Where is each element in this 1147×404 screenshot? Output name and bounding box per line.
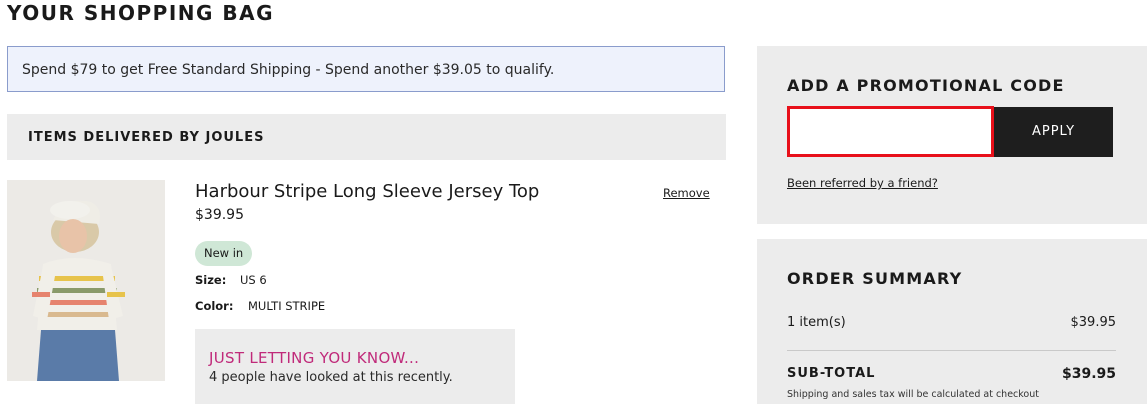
summary-heading: ORDER SUMMARY	[787, 269, 963, 288]
summary-divider	[787, 350, 1116, 351]
promo-code-input[interactable]	[787, 106, 994, 157]
subtotal-value: $39.95	[1061, 366, 1116, 382]
notice-text: 4 people have looked at this recently.	[209, 370, 453, 385]
promo-heading: ADD A PROMOTIONAL CODE	[787, 76, 1065, 95]
product-image[interactable]	[7, 180, 165, 381]
size-label: Size:	[195, 273, 227, 287]
notice-title: JUST LETTING YOU KNOW...	[209, 349, 420, 367]
size-value: US 6	[240, 273, 267, 287]
new-in-badge: New in	[195, 241, 253, 266]
popularity-notice: JUST LETTING YOU KNOW... 4 people have l…	[195, 329, 515, 404]
size-row: Size: US 6	[195, 273, 267, 287]
product-photo	[7, 180, 165, 381]
delivery-section-header: ITEMS DELIVERED BY JOULES	[7, 114, 726, 160]
color-row: Color: MULTI STRIPE	[195, 299, 325, 313]
apply-button[interactable]: APPLY	[994, 107, 1113, 157]
referral-link[interactable]: Been referred by a friend?	[787, 176, 938, 190]
color-label: Color:	[195, 299, 234, 313]
remove-item-link[interactable]: Remove	[663, 186, 710, 200]
items-count-label: 1 item(s)	[787, 315, 846, 330]
tax-note: Shipping and sales tax will be calculate…	[787, 389, 1039, 400]
subtotal-label: SUB-TOTAL	[787, 366, 876, 381]
page-title: YOUR SHOPPING BAG	[7, 1, 275, 25]
color-value: MULTI STRIPE	[248, 299, 326, 313]
promo-code-panel: ADD A PROMOTIONAL CODE APPLY Been referr…	[757, 46, 1147, 224]
product-name[interactable]: Harbour Stripe Long Sleeve Jersey Top	[195, 181, 539, 202]
free-shipping-banner: Spend $79 to get Free Standard Shipping …	[7, 46, 725, 92]
product-price: $39.95	[195, 207, 244, 223]
items-total-value: $39.95	[1070, 315, 1117, 330]
order-summary-panel: ORDER SUMMARY 1 item(s) $39.95 SUB-TOTAL…	[757, 239, 1147, 404]
